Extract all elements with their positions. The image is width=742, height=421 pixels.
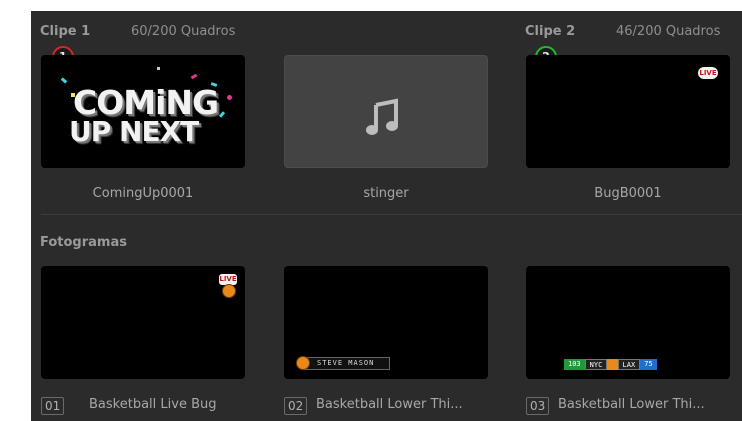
still-index-01: 01 — [41, 397, 65, 415]
confetti — [227, 95, 232, 100]
left-margin — [0, 0, 31, 421]
clip1-thumbnail-caption: ComingUp0001 — [92, 186, 194, 201]
confetti — [71, 93, 75, 97]
music-note-icon — [366, 98, 398, 135]
still-thumbnail-01[interactable]: LIVE — [41, 266, 245, 379]
team-away: LAX — [617, 359, 641, 370]
stinger-caption: stinger — [363, 186, 409, 201]
media-pool-panel: Clipe 1 60/200 Quadros 1 COMiNG UP NEXT … — [31, 11, 742, 421]
score-away: 75 — [640, 359, 657, 370]
stills-section-title: Fotogramas — [40, 235, 127, 250]
clip2-label: Clipe 2 — [525, 24, 576, 39]
still-thumbnail-03[interactable]: 103 NYC o LAX 75 — [526, 266, 730, 379]
stinger-thumbnail[interactable] — [284, 55, 488, 168]
confetti — [157, 67, 160, 70]
still-name-01: Basketball Live Bug — [89, 397, 217, 412]
score-home: 103 — [564, 359, 585, 370]
still-index-02: 02 — [284, 397, 308, 415]
clip1-thumbnail-coming-up[interactable]: COMiNG UP NEXT — [41, 55, 245, 168]
basketball-icon: o — [607, 359, 618, 370]
basketball-icon — [222, 284, 236, 298]
basketball-icon — [296, 356, 310, 370]
scoreboard-graphic: 103 NYC o LAX 75 — [564, 359, 657, 370]
live-bug-icon: LIVE — [698, 67, 718, 79]
team-home: NYC — [584, 359, 608, 370]
top-margin — [0, 0, 742, 11]
coming-up-next-graphic: COMiNG UP NEXT — [63, 77, 223, 149]
section-divider — [41, 214, 742, 215]
still-name-02: Basketball Lower Thi... — [316, 397, 463, 412]
clip1-frame-count: 60/200 Quadros — [131, 24, 236, 39]
clip1-label: Clipe 1 — [40, 24, 91, 39]
clip2-thumbnail-caption: BugB0001 — [594, 186, 662, 201]
lower-third-graphic: STEVE MASON — [302, 357, 390, 370]
still-thumbnail-02[interactable]: STEVE MASON — [284, 266, 488, 379]
still-name-03: Basketball Lower Thi... — [558, 397, 705, 412]
clip2-thumbnail[interactable]: LIVE — [526, 55, 730, 168]
clip2-frame-count: 46/200 Quadros — [616, 24, 721, 39]
graphic-text-line2: UP NEXT — [69, 115, 199, 148]
still-index-03: 03 — [526, 397, 550, 415]
